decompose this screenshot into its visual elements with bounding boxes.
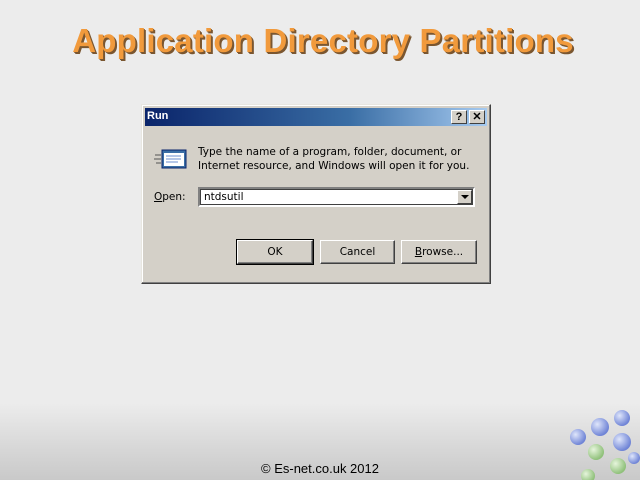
dropdown-arrow-icon[interactable] — [457, 190, 472, 204]
dialog-title: Run — [147, 110, 169, 122]
open-combobox[interactable]: ntdsutil — [198, 187, 475, 207]
cancel-button[interactable]: Cancel — [320, 240, 395, 264]
browse-label-text: rowse... — [422, 246, 464, 258]
run-dialog: Run ? ✕ Type the name of a program, fold… — [141, 104, 491, 284]
help-button[interactable]: ? — [451, 110, 467, 124]
open-label-text: pen: — [162, 191, 186, 203]
close-button[interactable]: ✕ — [469, 110, 485, 124]
browse-button[interactable]: Browse... — [401, 240, 477, 264]
open-input[interactable]: ntdsutil — [204, 191, 244, 203]
ok-button[interactable]: OK — [236, 239, 314, 265]
slide-title: Application Directory Partitions — [72, 22, 574, 59]
browse-accelerator: B — [414, 246, 423, 258]
run-icon — [154, 149, 187, 169]
decorative-bubbles — [570, 410, 640, 480]
dialog-description: Type the name of a program, folder, docu… — [198, 146, 470, 172]
dialog-titlebar[interactable]: Run ? ✕ — [145, 108, 487, 126]
open-label: Open: — [154, 191, 186, 203]
